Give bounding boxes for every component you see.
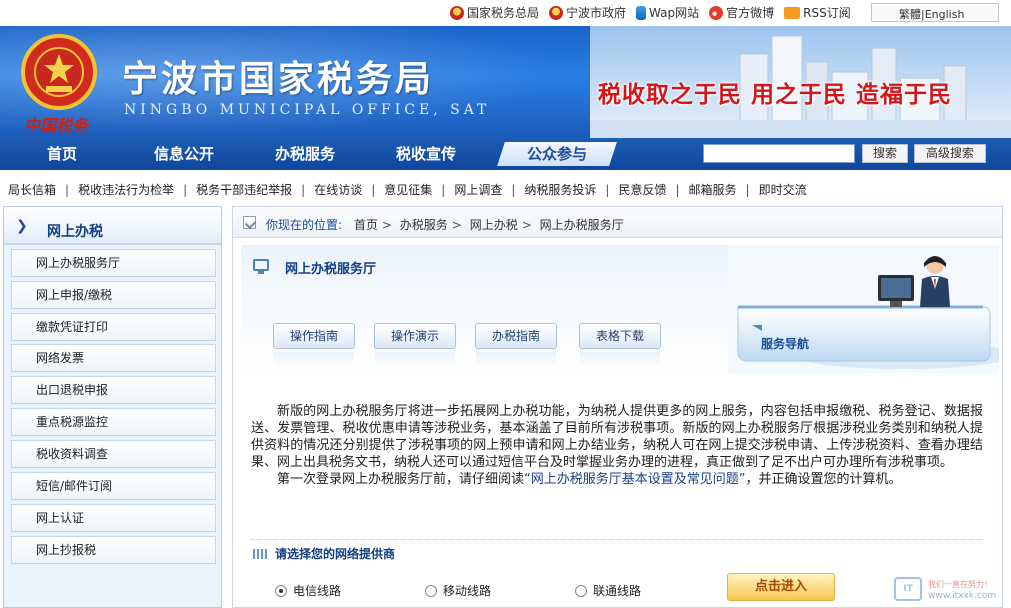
- breadcrumb-home[interactable]: 首页: [354, 218, 378, 232]
- advanced-search-button[interactable]: 高级搜索: [914, 144, 986, 163]
- tax-guide-button[interactable]: 办税指南: [475, 323, 557, 366]
- service-guide-label: 服务导航: [761, 337, 810, 351]
- intro-paragraph-2: 第一次登录网上办税服务厅前，请仔细阅读“网上办税服务厅基本设置及常见问题”，并正…: [277, 472, 902, 487]
- radio-icon[interactable]: [275, 584, 287, 597]
- isp-section-header: 请选择您的网络提供商: [251, 539, 983, 561]
- sidebar-item-declare-pay[interactable]: 网上申报/缴税: [11, 281, 216, 309]
- isp-label: 请选择您的网络提供商: [275, 547, 396, 561]
- watermark-line-1: 我们一直在努力！: [928, 580, 992, 589]
- sublink-report-misconduct[interactable]: 税务干部违纪举报: [196, 181, 292, 198]
- top-link-rss[interactable]: RSS订阅: [784, 4, 851, 21]
- sublink-director-mailbox[interactable]: 局长信箱: [8, 181, 56, 198]
- nav-item-tax-publicity[interactable]: 税收宣传: [396, 138, 456, 170]
- breadcrumb-tax-service[interactable]: 办税服务: [400, 218, 448, 232]
- sidebar-item-e-invoice[interactable]: 网络发票: [11, 344, 216, 372]
- operation-guide-button[interactable]: 操作指南: [273, 323, 355, 366]
- top-link-gov[interactable]: 宁波市政府: [549, 4, 626, 21]
- radio-icon[interactable]: [425, 584, 437, 597]
- sidebar-item-data-survey[interactable]: 税收资料调查: [11, 440, 216, 468]
- watermark-line-2: www.itxxk.com: [928, 591, 997, 601]
- emblem-icon: [549, 5, 564, 20]
- main-content: 你现在的位置: 首页 > 办税服务 > 网上办税 > 网上办税服务厅 网上办税服务厅 …: [232, 206, 1003, 608]
- nav-item-info-disclosure[interactable]: 信息公开: [154, 138, 214, 170]
- search-button[interactable]: 搜索: [862, 144, 908, 163]
- site-title: 宁波市国家税务局: [122, 59, 435, 100]
- top-links: 国家税务总局 宁波市政府 Wap网站 官方微博 RSS订阅: [450, 4, 851, 21]
- sublink-opinion-collection[interactable]: 意见征集: [384, 181, 432, 198]
- faq-link[interactable]: “网上办税服务厅基本设置及常见问题”: [524, 472, 745, 487]
- intro-text: 新版的网上办税服务厅将进一步拓展网上办税功能，为纳税人提供更多的网上服务，内容包…: [251, 403, 983, 488]
- top-link-weibo[interactable]: 官方微博: [709, 4, 774, 21]
- breadcrumb: 你现在的位置: 首页 > 办税服务 > 网上办税 > 网上办税服务厅: [233, 207, 1002, 238]
- breadcrumb-current: 网上办税服务厅: [539, 218, 624, 232]
- service-hall-panel: 网上办税服务厅 操作指南 操作演示 办税指南 表格下载 服务导航: [241, 245, 999, 373]
- sidebar-title: 网上办税: [47, 224, 103, 240]
- sidebar-item-sms-subscribe[interactable]: 短信/邮件订阅: [11, 472, 216, 500]
- sidebar-item-online-hall[interactable]: 网上办税服务厅: [11, 249, 216, 277]
- rss-icon: [784, 6, 801, 19]
- sublink-report-violation[interactable]: 税收违法行为检举: [78, 181, 174, 198]
- isp-option-mobile[interactable]: 移动线路: [425, 582, 491, 599]
- service-desk-image: [728, 245, 999, 373]
- sidebar-item-voucher-print[interactable]: 缴款凭证打印: [11, 313, 216, 341]
- top-utility-bar: 国家税务总局 宁波市政府 Wap网站 官方微博 RSS订阅 繁體|English: [0, 0, 1011, 26]
- tax-emblem-icon: [21, 34, 97, 110]
- breadcrumb-online-tax[interactable]: 网上办税: [470, 218, 518, 232]
- sublink-mail-service[interactable]: 邮箱服务: [689, 181, 737, 198]
- sidebar-item-online-auth[interactable]: 网上认证: [11, 504, 216, 532]
- nav-item-tax-service[interactable]: 办税服务: [275, 138, 335, 170]
- sidebar-header: ❯ 网上办税: [4, 207, 221, 245]
- logo-text: 中国税务: [24, 116, 89, 135]
- sublink-online-interview[interactable]: 在线访谈: [314, 181, 362, 198]
- bars-icon: [253, 549, 267, 559]
- sidebar-item-key-source[interactable]: 重点税源监控: [11, 408, 216, 436]
- nav-item-public-participation[interactable]: 公众参与: [497, 142, 617, 166]
- secondary-links: 局长信箱 | 税收违法行为检举 | 税务干部违纪举报 | 在线访谈 | 意见征集 | 网上…: [8, 181, 807, 198]
- sublink-feedback[interactable]: 民意反馈: [618, 181, 666, 198]
- operation-demo-button[interactable]: 操作演示: [374, 323, 456, 366]
- intro-paragraph-1: 新版的网上办税服务厅将进一步拓展网上办税功能，为纳税人提供更多的网上服务，内容包…: [251, 404, 983, 470]
- radio-icon[interactable]: [575, 584, 587, 597]
- form-download-button[interactable]: 表格下载: [579, 323, 661, 366]
- watermark: IT 我们一直在努力！ www.itxxk.com: [890, 575, 1002, 605]
- header-banner: 中国税务 宁波市国家税务局 NINGBO MUNICIPAL OFFICE, S…: [0, 26, 1011, 138]
- top-link-sat[interactable]: 国家税务总局: [450, 4, 539, 21]
- isp-options: 电信线路 移动线路 联通线路: [275, 579, 975, 601]
- enter-button[interactable]: 点击进入: [727, 573, 835, 601]
- sublink-online-survey[interactable]: 网上调查: [454, 181, 502, 198]
- main-nav: 首页 信息公开 办税服务 税收宣传 公众参与: [0, 138, 1011, 170]
- monitor-icon: [253, 259, 269, 274]
- wap-icon: [636, 5, 647, 20]
- slogan: 税收取之于民 用之于民 造福于民: [598, 81, 953, 108]
- hall-title: 网上办税服务厅: [285, 262, 377, 277]
- breadcrumb-label: 你现在的位置:: [266, 218, 343, 232]
- watermark-logo: IT: [894, 577, 922, 601]
- weibo-icon: [709, 5, 724, 20]
- isp-option-unicom[interactable]: 联通线路: [575, 582, 641, 599]
- search-input[interactable]: [703, 144, 855, 163]
- sidebar-item-export-rebate[interactable]: 出口退税申报: [11, 376, 216, 404]
- emblem-icon: [450, 5, 464, 20]
- chevron-right-icon: ❯: [16, 218, 28, 234]
- sidebar-item-copy-report[interactable]: 网上抄报税: [11, 536, 216, 564]
- home-icon: [243, 216, 256, 229]
- isp-option-telecom[interactable]: 电信线路: [275, 582, 341, 599]
- top-link-wap[interactable]: Wap网站: [636, 4, 699, 21]
- sublink-complaint[interactable]: 纳税服务投诉: [524, 181, 596, 198]
- sidebar: ❯ 网上办税 网上办税服务厅 网上申报/缴税 缴款凭证打印 网络发票 出口退税申…: [3, 206, 222, 608]
- language-switch[interactable]: 繁體|English: [871, 3, 999, 22]
- nav-item-home[interactable]: 首页: [47, 138, 77, 170]
- sublink-instant-chat[interactable]: 即时交流: [759, 181, 807, 198]
- site-subtitle: NINGBO MUNICIPAL OFFICE, SAT: [124, 102, 491, 118]
